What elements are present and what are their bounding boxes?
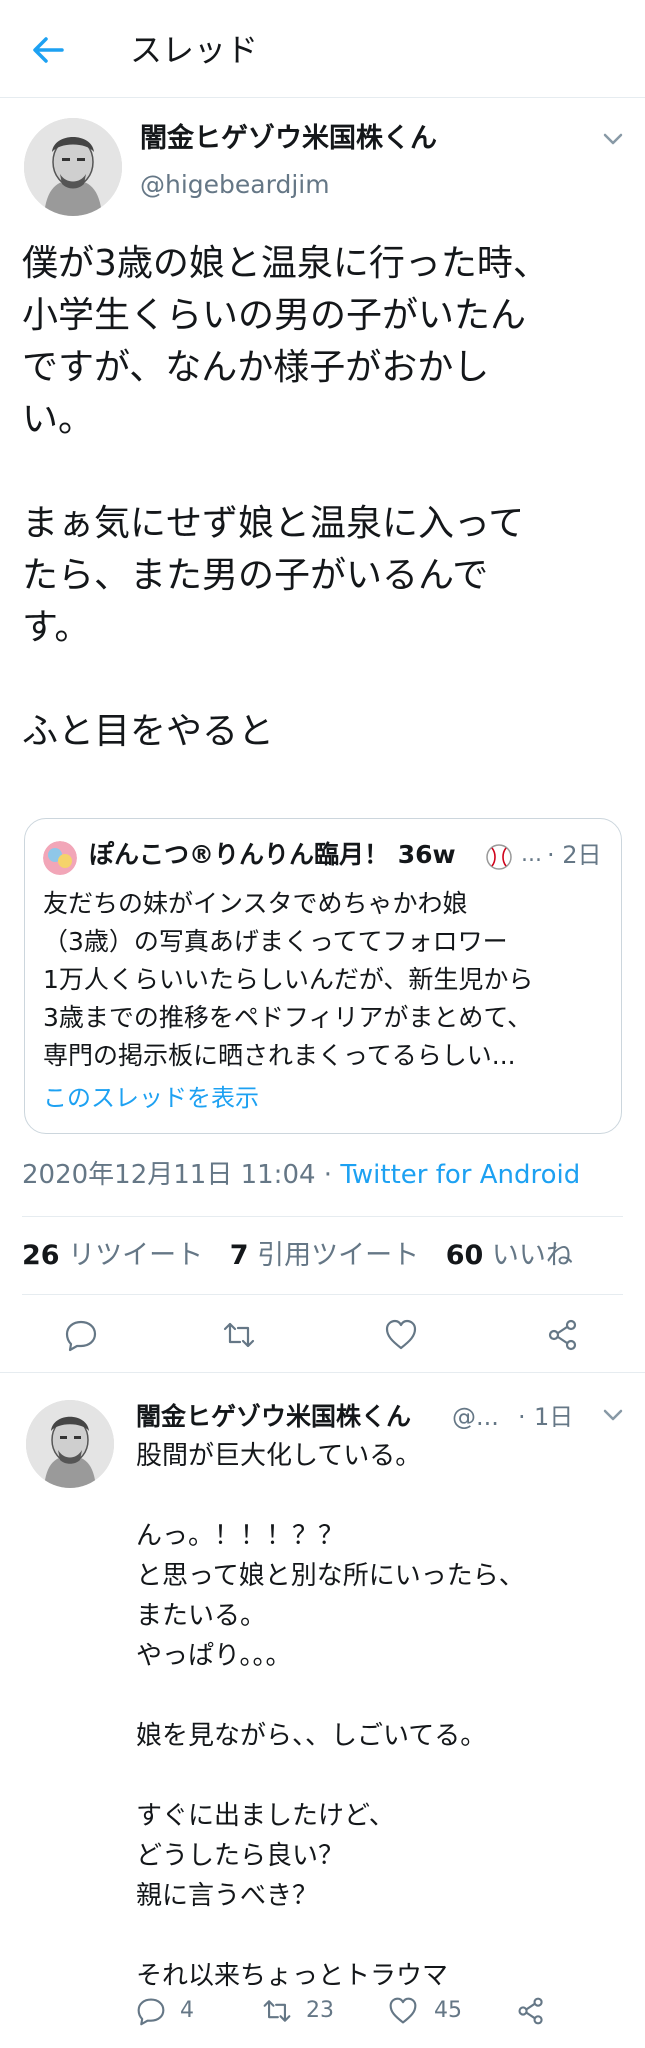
retweet-count[interactable]: 26 [22,1240,60,1271]
like-icon[interactable] [384,1318,418,1352]
divider [22,1216,623,1217]
client-link[interactable]: Twitter for Android [340,1160,580,1190]
top-bar: スレッド [0,0,645,98]
show-thread-link[interactable]: このスレッドを表示 [43,1081,259,1115]
retweet-label[interactable]: リツイート [68,1240,203,1271]
avatar[interactable] [24,118,122,216]
reply-author-handle[interactable]: @... [452,1398,499,1436]
baseball-icon [486,844,512,870]
quoted-tweet[interactable]: ぽんこつ®りんりん臨月！ 36w ... · 2日 友だちの妹がインスタでめちゃ… [24,818,622,1134]
reply-icon[interactable] [64,1318,98,1352]
share-icon[interactable] [516,1996,546,2026]
reply-reply-count: 4 [180,1998,194,2023]
reply-dot: · [518,1403,526,1431]
reply-retweet-count: 23 [306,1998,334,2023]
reply-time: 1日 [534,1403,574,1431]
retweet-icon[interactable] [222,1318,256,1352]
divider [22,1294,623,1295]
quote-avatar [43,841,77,875]
chevron-down-icon[interactable] [600,1402,626,1428]
tweet-text: 僕が3歳の娘と温泉に行った時、 小学生くらいの男の子がいたん ですが、なんか様子… [22,243,549,752]
back-arrow-icon[interactable] [28,30,68,70]
tweet-meta: 2020年12月11日 11:04 · Twitter for Android [22,1155,580,1195]
reply-like-count: 45 [434,1998,462,2023]
author-name[interactable]: 闇金ヒゲゾウ米国株くん [140,120,437,158]
retweet-icon[interactable] [262,1996,292,2026]
reply-avatar[interactable] [26,1400,114,1488]
quote-text: 友だちの妹がインスタでめちゃかわ娘 （3歳）の写真あげまくっててフォロワー 1万… [43,889,534,1070]
meta-separator: · [315,1160,341,1190]
like-count[interactable]: 60 [446,1240,484,1271]
quote-count[interactable]: 7 [230,1240,249,1271]
reply-author-name[interactable]: 闇金ヒゲゾウ米国株くん [136,1398,411,1436]
quote-time: · 2日 [547,841,602,869]
chevron-down-icon[interactable] [600,126,626,152]
reply-icon[interactable] [136,1996,166,2026]
reply-text: 股間が巨大化している。 んっ。！！！？？ と思って娘と別な所にいったら、 またい… [136,1441,525,1991]
timestamp: 2020年12月11日 11:04 [22,1160,316,1190]
quote-name-ellipsis: ... [521,842,542,867]
share-icon[interactable] [546,1318,580,1352]
author-handle[interactable]: @higebeardjim [140,168,330,202]
like-label[interactable]: いいね [492,1240,573,1271]
engagement-stats: 26 リツイート 7 引用ツイート 60 いいね [22,1236,591,1276]
page-title: スレッド [130,31,259,69]
quote-label[interactable]: 引用ツイート [257,1240,419,1271]
quote-author-name: ぽんこつ®りんりん臨月！ 36w [89,840,456,869]
like-icon[interactable] [388,1996,418,2026]
